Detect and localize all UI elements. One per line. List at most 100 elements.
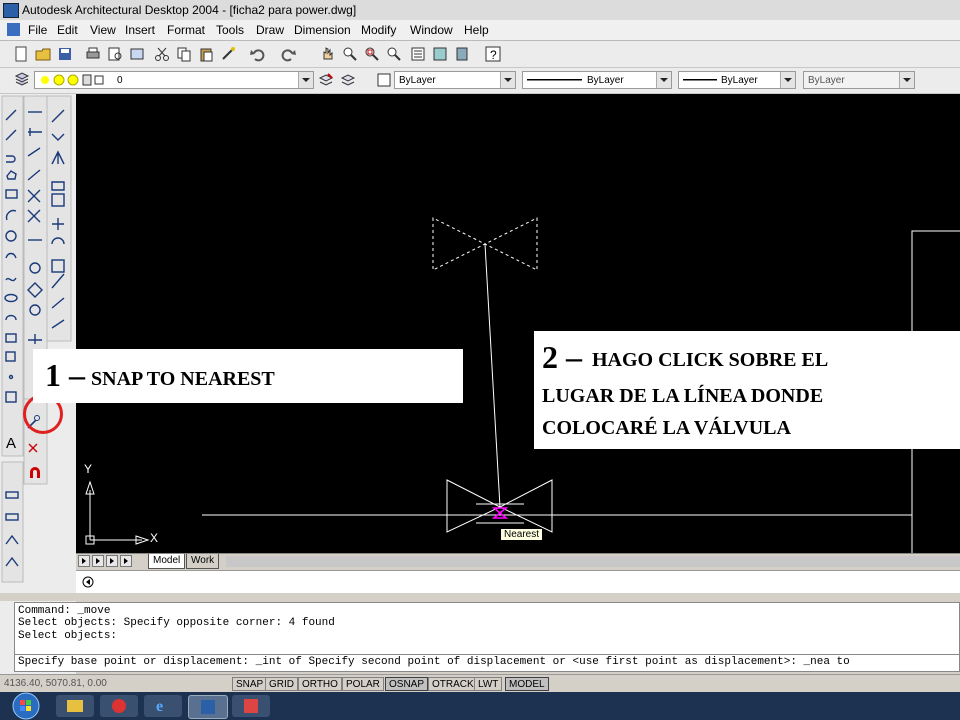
lineweight-value: ByLayer <box>721 75 758 86</box>
zoom-window-icon[interactable] <box>364 46 380 62</box>
taskbar: e <box>0 692 960 720</box>
menu-format[interactable]: Format <box>167 23 205 37</box>
help-icon[interactable]: ? <box>485 46 501 62</box>
chevron-down-icon[interactable] <box>500 72 515 88</box>
open-folder-icon[interactable] <box>35 46 51 62</box>
save-icon[interactable] <box>57 46 73 62</box>
redo-icon[interactable] <box>280 46 296 62</box>
start-button-icon[interactable] <box>6 692 46 720</box>
menu-help[interactable]: Help <box>464 23 489 37</box>
snap-toggle[interactable]: SNAP <box>232 677 268 691</box>
lwt-toggle[interactable]: LWT <box>474 677 503 691</box>
command-line: Command: _move <box>18 605 111 617</box>
window-title: Autodesk Architectural Desktop 2004 - [f… <box>22 3 357 17</box>
nearest-snap-marker <box>491 507 509 519</box>
layer-previous-icon[interactable] <box>340 72 356 88</box>
valve-ghost-left <box>432 217 487 271</box>
publish-icon[interactable] <box>129 46 145 62</box>
snap-to-nearest-button[interactable] <box>30 414 50 432</box>
command-window[interactable]: Command: _move Select objects: Specify o… <box>14 602 960 672</box>
next-tab-icon[interactable] <box>106 555 118 567</box>
properties-icon[interactable] <box>410 46 426 62</box>
paste-icon[interactable] <box>198 46 214 62</box>
undo-icon[interactable] <box>250 46 266 62</box>
first-tab-icon[interactable] <box>78 555 90 567</box>
draw-modify-toolbar-icons: A <box>1 95 72 583</box>
new-file-icon[interactable] <box>13 46 29 62</box>
browser-taskbar-icon[interactable]: e <box>144 695 182 717</box>
menu-tools[interactable]: Tools <box>216 23 244 37</box>
step2-number: 2 – <box>542 339 582 375</box>
plotstyle-dropdown[interactable]: ByLayer <box>803 71 915 89</box>
drawing-canvas[interactable]: Y X Nearest <box>76 94 960 553</box>
document-icon[interactable] <box>7 23 20 36</box>
chevron-down-icon[interactable] <box>298 72 313 88</box>
menu-view[interactable]: View <box>90 23 116 37</box>
color-dropdown[interactable]: ByLayer <box>394 71 516 89</box>
drawing-geometry <box>85 217 960 553</box>
tab-model[interactable]: Model <box>148 554 186 569</box>
last-tab-icon[interactable] <box>120 555 132 567</box>
prev-tab-icon[interactable] <box>92 555 104 567</box>
grid-toggle[interactable]: GRID <box>265 677 298 691</box>
valve-left <box>446 479 502 533</box>
color-value: ByLayer <box>399 75 436 86</box>
layer-value: 0 <box>117 75 123 86</box>
match-properties-icon[interactable] <box>220 46 236 62</box>
layer-dropdown[interactable]: 0 <box>34 71 314 89</box>
step1-text: SNAP TO NEAREST <box>91 368 275 390</box>
print-icon[interactable] <box>85 46 101 62</box>
layer-manager-icon[interactable] <box>14 72 30 88</box>
app-icon <box>3 3 19 18</box>
record-icon <box>82 576 94 588</box>
app-taskbar-icon[interactable] <box>232 695 270 717</box>
splitter[interactable] <box>0 593 960 601</box>
otrack-toggle[interactable]: OTRACK <box>428 677 478 691</box>
osnap-toggle[interactable]: OSNAP <box>385 677 429 691</box>
chevron-down-icon[interactable] <box>899 72 914 88</box>
horizontal-scrollbar[interactable] <box>226 556 960 567</box>
copy-icon[interactable] <box>176 46 192 62</box>
command-line: Select objects: <box>18 630 118 642</box>
linetype-value: ByLayer <box>587 75 624 86</box>
design-center-icon[interactable] <box>432 46 448 62</box>
media-taskbar-icon[interactable] <box>100 695 138 717</box>
menu-edit[interactable]: Edit <box>57 23 78 37</box>
valve-ghost-right <box>483 217 538 271</box>
step1-callout: 1 – SNAP TO NEAREST <box>33 349 463 403</box>
step2-callout: 2 – HAGO CLICK SOBRE EL LUGAR DE LA LÍNE… <box>534 331 960 449</box>
zoom-previous-icon[interactable] <box>386 46 402 62</box>
linetype-dropdown[interactable]: ByLayer <box>522 71 672 89</box>
title-bar: Autodesk Architectural Desktop 2004 - [f… <box>0 0 960 20</box>
menu-insert[interactable]: Insert <box>125 23 155 37</box>
color-swatch-icon <box>377 73 391 87</box>
menu-window[interactable]: Window <box>410 23 453 37</box>
step2-line2: LUGAR DE LA LÍNEA DONDE <box>542 385 824 407</box>
step1-number: 1 – <box>45 357 85 393</box>
ortho-toggle[interactable]: ORTHO <box>298 677 342 691</box>
menu-file[interactable]: File <box>28 23 47 37</box>
lineweight-dropdown[interactable]: ByLayer <box>678 71 796 89</box>
plot-preview-icon[interactable] <box>107 46 123 62</box>
ucs-x-label: X <box>150 531 159 545</box>
cut-icon[interactable] <box>154 46 170 62</box>
zoom-realtime-icon[interactable] <box>342 46 358 62</box>
chevron-down-icon[interactable] <box>780 72 795 88</box>
layers-toolbar: 0 ByLayer ByLayer ByLayer ByLayer <box>0 68 960 94</box>
plotstyle-value: ByLayer <box>808 75 845 86</box>
menu-modify[interactable]: Modify <box>361 23 396 37</box>
chevron-down-icon[interactable] <box>656 72 671 88</box>
menu-draw[interactable]: Draw <box>256 23 284 37</box>
autocad-taskbar-icon[interactable] <box>188 695 228 719</box>
menu-dimension[interactable]: Dimension <box>294 23 351 37</box>
tab-work[interactable]: Work <box>186 554 220 569</box>
explorer-taskbar-icon[interactable] <box>56 695 94 717</box>
step2-line1: HAGO CLICK SOBRE EL <box>592 349 829 371</box>
make-object-layer-current-icon[interactable] <box>318 72 334 88</box>
pan-icon[interactable] <box>320 46 336 62</box>
command-prompt[interactable]: Specify base point or displacement: _int… <box>18 656 958 669</box>
tool-palettes-icon[interactable] <box>454 46 470 62</box>
coordinates-readout: 4136.40, 5070.81, 0.00 <box>4 678 107 689</box>
model-toggle[interactable]: MODEL <box>505 677 549 691</box>
polar-toggle[interactable]: POLAR <box>342 677 384 691</box>
